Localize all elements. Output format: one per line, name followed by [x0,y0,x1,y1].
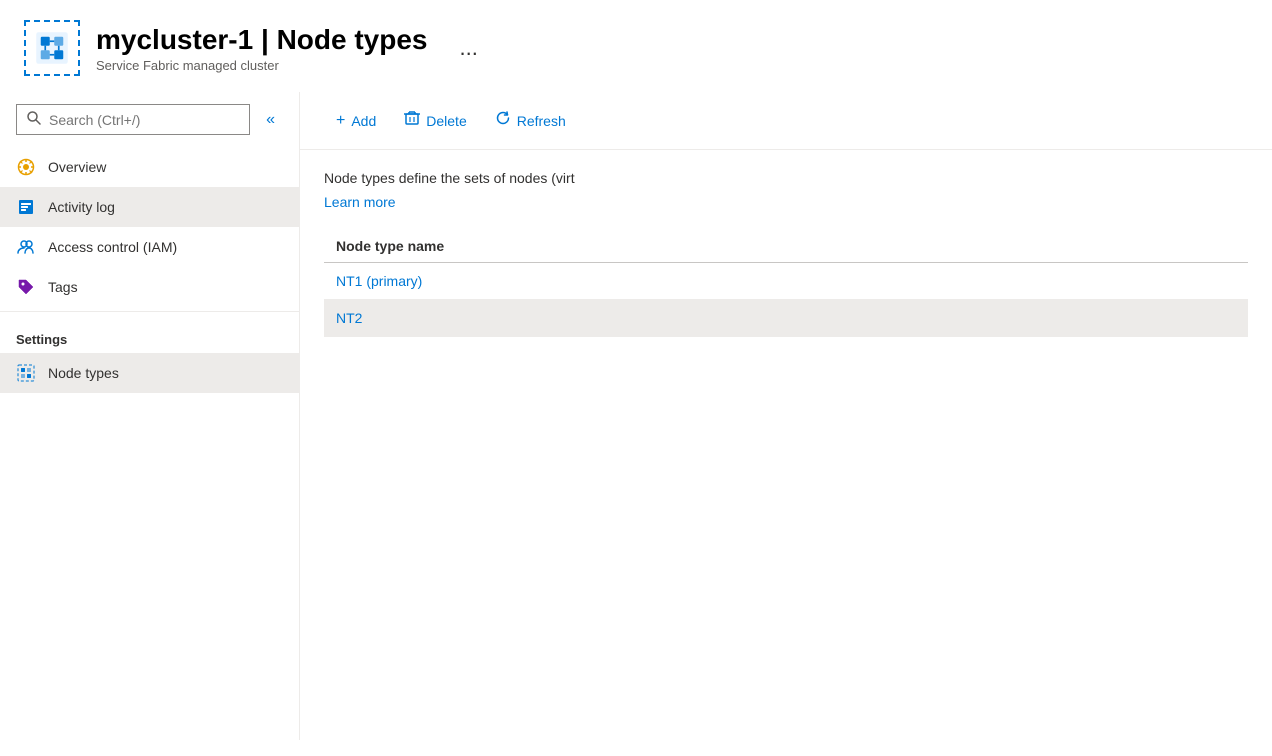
activity-log-icon [16,197,36,217]
sidebar-item-activity-log[interactable]: Activity log [0,187,299,227]
description-text: Node types define the sets of nodes (vir… [324,170,575,186]
refresh-icon [495,110,511,131]
sidebar-item-activity-log-label: Activity log [48,199,115,215]
sidebar-item-overview-label: Overview [48,159,106,175]
search-container: « [0,100,299,147]
search-box[interactable] [16,104,250,135]
table-row[interactable]: NT1 (primary) [324,263,1248,300]
table-row[interactable]: NT2 [324,300,1248,337]
settings-divider [0,311,299,312]
delete-icon [404,110,420,131]
settings-section-label: Settings [0,316,299,353]
sidebar-item-node-types[interactable]: Node types [0,353,299,393]
sidebar: « Overview [0,92,300,740]
page-title: mycluster-1 | Node types [96,23,428,57]
column-node-type-name: Node type name [336,238,1236,254]
more-options-button[interactable]: ... [452,31,486,65]
refresh-label: Refresh [517,113,566,129]
add-button[interactable]: + Add [324,106,388,136]
delete-label: Delete [426,113,466,129]
description-row: Node types define the sets of nodes (vir… [324,170,1248,186]
search-icon [27,111,41,128]
table-header: Node type name [324,230,1248,263]
add-label: Add [351,113,376,129]
sidebar-item-iam-label: Access control (IAM) [48,239,177,255]
sidebar-item-overview[interactable]: Overview [0,147,299,187]
page-header: mycluster-1 | Node types Service Fabric … [0,0,1272,92]
node-types-table: Node type name NT1 (primary) NT2 [324,230,1248,337]
collapse-sidebar-button[interactable]: « [258,107,283,133]
sidebar-item-tags[interactable]: Tags [0,267,299,307]
header-text: mycluster-1 | Node types Service Fabric … [96,23,428,74]
main-layout: « Overview [0,92,1272,740]
learn-more-link[interactable]: Learn more [324,194,396,210]
resource-icon [24,20,80,76]
sidebar-item-access-control[interactable]: Access control (IAM) [0,227,299,267]
sidebar-item-node-types-label: Node types [48,365,119,381]
content-body: Node types define the sets of nodes (vir… [300,150,1272,357]
node-types-icon [16,363,36,383]
node-type-nt1[interactable]: NT1 (primary) [336,273,1236,289]
toolbar: + Add Delete [300,92,1272,150]
refresh-button[interactable]: Refresh [483,104,578,137]
content-area: + Add Delete [300,92,1272,740]
sidebar-item-tags-label: Tags [48,279,78,295]
access-control-icon [16,237,36,257]
delete-button[interactable]: Delete [392,104,478,137]
add-icon: + [336,112,345,130]
service-fabric-icon [34,30,70,66]
overview-icon [16,157,36,177]
page-subtitle: Service Fabric managed cluster [96,58,428,73]
search-input[interactable] [49,112,239,128]
node-type-nt2[interactable]: NT2 [336,310,1236,326]
tags-icon [16,277,36,297]
